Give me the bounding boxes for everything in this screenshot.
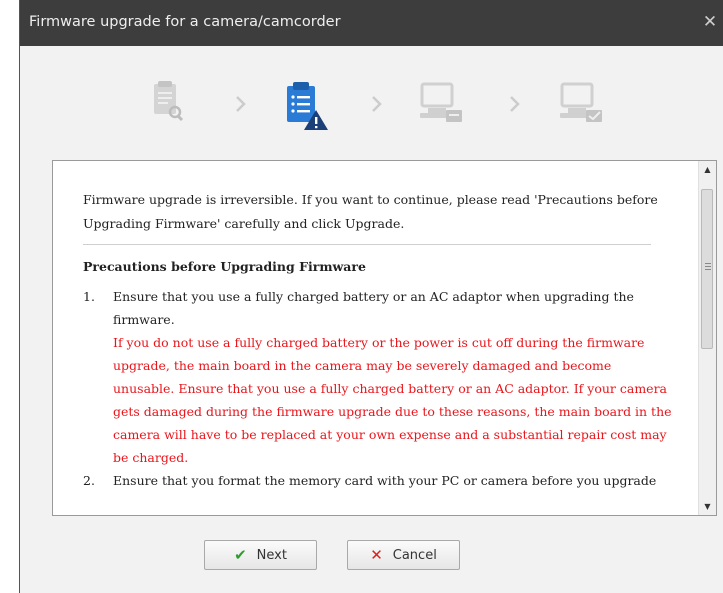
scroll-up-icon[interactable]: ▲: [699, 161, 716, 178]
precautions-title: Precautions before Upgrading Firmware: [83, 259, 366, 274]
scrollbar-thumb[interactable]: [701, 189, 713, 349]
cancel-x-icon: ✕: [370, 545, 383, 564]
step-arrow-icon: [372, 96, 382, 112]
vertical-scrollbar[interactable]: ▲ ▼: [698, 161, 716, 515]
item-number: 1.: [83, 289, 95, 304]
precautions-content: Firmware upgrade is irreversible. If you…: [83, 188, 683, 492]
next-label: Next: [256, 547, 287, 563]
step-indicator: [20, 46, 723, 156]
title-bar: Firmware upgrade for a camera/camcorder …: [20, 0, 723, 46]
list-item: 2. Ensure that you format the memory car…: [83, 469, 683, 492]
scroll-down-icon[interactable]: ▼: [699, 498, 716, 515]
close-icon[interactable]: ✕: [697, 10, 723, 34]
check-icon: ✔: [234, 545, 247, 564]
document-search-icon: [154, 81, 184, 122]
computer-check-icon: [560, 82, 602, 122]
item-text: Ensure that you use a fully charged batt…: [113, 289, 634, 327]
step-arrow-icon: [236, 96, 246, 112]
computer-transfer-icon: [420, 82, 462, 122]
cancel-label: Cancel: [392, 547, 437, 563]
item-text: Ensure that you format the memory card w…: [113, 473, 657, 488]
warning-text: If you do not use a fully charged batter…: [113, 335, 672, 465]
list-item: 1. Ensure that you use a fully charged b…: [83, 285, 683, 469]
step-arrow-icon: [510, 96, 520, 112]
precautions-panel: Firmware upgrade is irreversible. If you…: [52, 160, 717, 516]
cancel-button[interactable]: ✕ Cancel: [347, 540, 460, 570]
divider: [83, 244, 651, 245]
next-button[interactable]: ✔ Next: [204, 540, 317, 570]
firmware-upgrade-dialog: Firmware upgrade for a camera/camcorder …: [19, 0, 723, 593]
item-number: 2.: [83, 473, 95, 488]
intro-text: Firmware upgrade is irreversible. If you…: [83, 192, 658, 231]
window-title: Firmware upgrade for a camera/camcorder: [29, 14, 341, 30]
document-warning-icon: [287, 82, 328, 130]
